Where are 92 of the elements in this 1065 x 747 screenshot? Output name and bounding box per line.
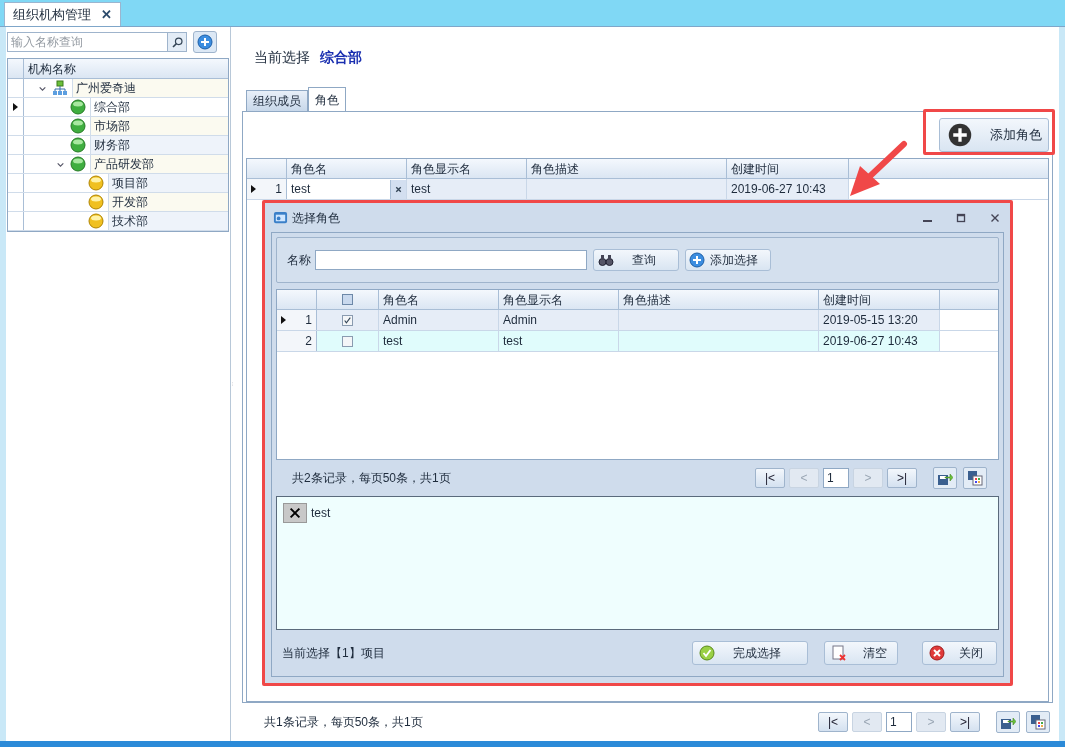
search-field[interactable]: 输入名称查询: [7, 32, 168, 52]
tree-item[interactable]: 项目部: [108, 174, 228, 192]
dialog-title: 选择角色: [292, 209, 341, 227]
arrow: [848, 140, 908, 198]
column-header: 机构名称: [27, 60, 77, 78]
row-indicator-icon: [281, 316, 286, 324]
tab[interactable]: 组织成员: [246, 90, 308, 111]
table-cell: Admin: [499, 310, 619, 330]
document-icon: [831, 645, 847, 661]
cancel-icon: [929, 645, 945, 661]
add-role-button[interactable]: 添加角色: [939, 118, 1049, 152]
selection-status: 当前选择【1】项目: [282, 645, 386, 662]
label: 当前选择: [254, 47, 310, 67]
remove-button[interactable]: [283, 503, 307, 523]
page-field[interactable]: 1: [823, 468, 849, 488]
column-header: 角色描述: [527, 159, 727, 178]
pager-button[interactable]: |<: [818, 712, 848, 732]
table-cell: test: [379, 331, 499, 351]
record-summary: 共2条记录，每页50条，共1页: [292, 470, 452, 487]
clear-button[interactable]: [390, 179, 406, 199]
add-button[interactable]: [193, 31, 217, 53]
checkbox[interactable]: [342, 335, 353, 347]
close-icon: [288, 506, 302, 520]
table-cell: test: [407, 179, 527, 199]
search-button[interactable]: 查询: [593, 249, 679, 271]
close-icon: [394, 184, 403, 194]
dialog-button[interactable]: 清空: [824, 641, 898, 665]
field-label: 名称: [287, 252, 311, 269]
column-header: 角色显示名: [407, 159, 527, 178]
document-tab[interactable]: 组织机构管理 ✕: [4, 2, 121, 26]
row-number: 2: [305, 333, 312, 350]
table-cell: test: [499, 331, 619, 351]
network-icon: [52, 80, 68, 96]
check-circle-icon: [699, 645, 715, 661]
selected-department: 综合部: [320, 47, 362, 67]
column-header: 角色显示名: [499, 290, 619, 309]
table-cell: Admin: [379, 310, 499, 330]
search-button[interactable]: [168, 32, 187, 52]
layout-button[interactable]: [963, 467, 987, 489]
ball-icon: [88, 213, 104, 229]
column-header: 创建时间: [727, 159, 849, 178]
ball-icon: [70, 156, 86, 172]
checkbox[interactable]: [342, 314, 353, 326]
window-icon: [273, 210, 288, 225]
table-cell: 2019-06-27 10:43: [727, 179, 849, 199]
close-icon[interactable]: ✕: [101, 4, 112, 25]
tree-item[interactable]: 财务部: [90, 136, 228, 154]
tree-item[interactable]: 开发部: [108, 193, 228, 211]
row-number: 1: [305, 312, 312, 329]
search-icon: [170, 35, 184, 49]
ball-icon: [88, 194, 104, 210]
grid-icon: [967, 470, 983, 486]
cell-value: test: [291, 181, 311, 198]
add-selection-button[interactable]: 添加选择: [685, 249, 771, 271]
select-all-checkbox[interactable]: [342, 294, 353, 305]
grid-icon: [1030, 714, 1046, 730]
plus-icon: [948, 123, 972, 147]
plus-icon: [689, 252, 705, 268]
pager-button[interactable]: >|: [950, 712, 980, 732]
tree-item[interactable]: 产品研发部: [90, 155, 228, 173]
ball-icon: [88, 175, 104, 191]
table-cell: 2019-06-27 10:43: [819, 331, 940, 351]
page-field[interactable]: 1: [886, 712, 912, 732]
name-field[interactable]: [315, 250, 587, 270]
tree-item[interactable]: 技术部: [108, 212, 228, 230]
row-indicator-icon: [251, 185, 256, 193]
column-header: 角色名: [379, 290, 499, 309]
ball-icon: [70, 137, 86, 153]
column-header: 角色描述: [619, 290, 819, 309]
ball-icon: [70, 118, 86, 134]
tab-label: 组织机构管理: [13, 5, 91, 24]
minimize-icon: [923, 219, 932, 222]
binoculars-icon: [598, 252, 614, 268]
pager-button[interactable]: |<: [755, 468, 785, 488]
chip-label: test: [311, 505, 331, 522]
export-button[interactable]: [996, 711, 1020, 733]
ball-icon: [70, 99, 86, 115]
table-cell: 2019-05-15 13:20: [819, 310, 940, 330]
dialog-button[interactable]: 完成选择: [692, 641, 808, 665]
export-button[interactable]: [933, 467, 957, 489]
record-summary: 共1条记录，每页50条，共1页: [264, 714, 424, 731]
layout-button[interactable]: [1026, 711, 1050, 733]
plus-icon: [197, 34, 213, 50]
tree-item[interactable]: 广州爱奇迪: [72, 79, 228, 97]
column-header: 创建时间: [819, 290, 940, 309]
check-icon: [343, 315, 352, 325]
tree-item[interactable]: 市场部: [90, 117, 228, 135]
dialog-button[interactable]: 关闭: [922, 641, 997, 665]
tab[interactable]: 角色: [308, 87, 346, 111]
column-header: 角色名: [287, 159, 407, 178]
row-number: 1: [275, 181, 282, 198]
pager-button[interactable]: >|: [887, 468, 917, 488]
